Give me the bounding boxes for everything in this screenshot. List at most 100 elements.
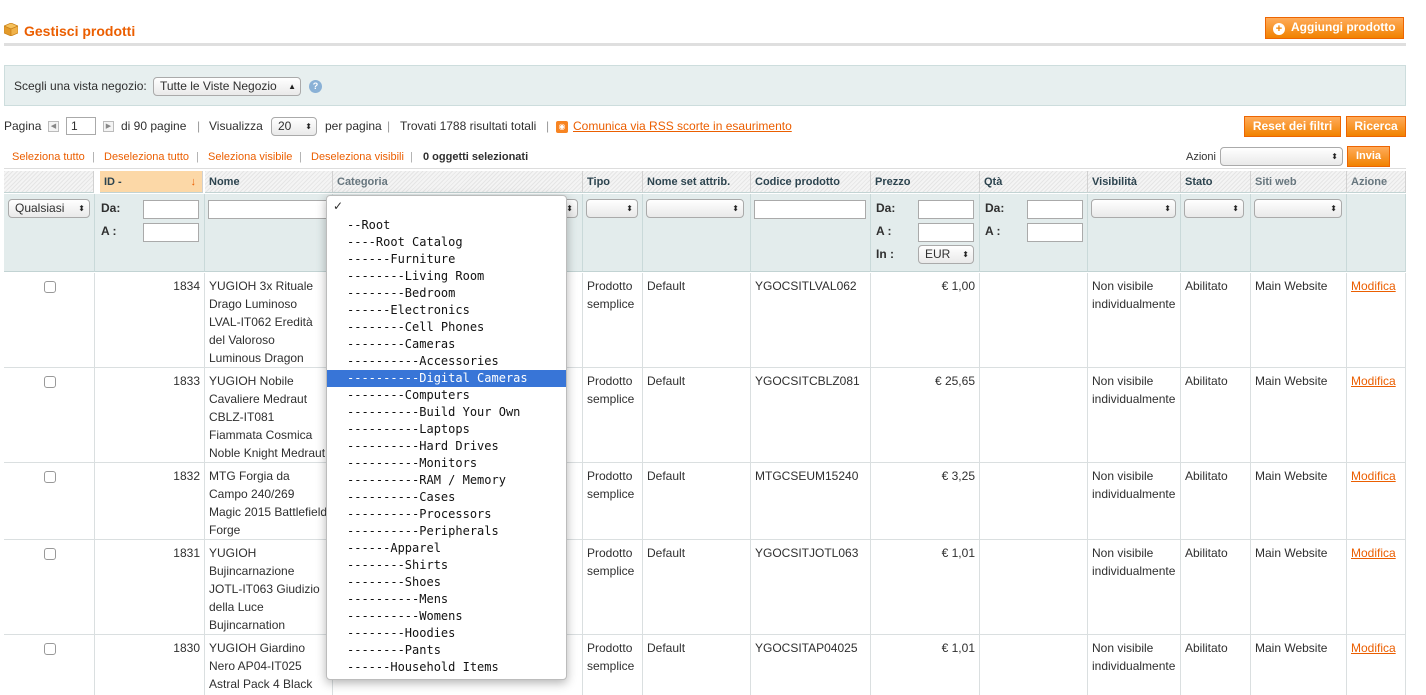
search-button[interactable]: Ricerca — [1346, 116, 1406, 137]
deselect-visible-link[interactable]: Deseleziona visibili — [311, 145, 404, 169]
category-option[interactable]: ----------Monitors — [327, 455, 566, 472]
filter-type-select[interactable]: ⬍ — [586, 199, 638, 218]
category-option[interactable]: --------Pants — [327, 642, 566, 659]
category-dropdown[interactable]: ✓ --Root ----Root Catalog ------Furniture -… — [326, 195, 567, 680]
rss-link[interactable]: Comunica via RSS scorte in esaurimento — [573, 116, 792, 136]
col-id-header[interactable]: ID - ↓ — [100, 171, 203, 193]
category-option[interactable]: ----------RAM / Memory — [327, 472, 566, 489]
row-checkbox[interactable] — [44, 471, 56, 483]
filter-attribute-set-select[interactable]: ⬍ — [646, 199, 744, 218]
deselect-all-link[interactable]: Deseleziona tutto — [104, 145, 189, 169]
help-icon[interactable]: ? — [309, 80, 322, 93]
filter-price-from-input[interactable] — [918, 200, 974, 219]
table-row: 1832 MTG Forgia da Campo 240/269 Magic 2… — [4, 463, 1406, 540]
page-input[interactable]: 1 — [66, 117, 96, 135]
category-option[interactable]: --------Living Room — [327, 268, 566, 285]
table-row: 1831 YUGIOH Bujincarnazione JOTL-IT063 G… — [4, 540, 1406, 635]
category-option[interactable]: --------Cameras — [327, 336, 566, 353]
category-option[interactable]: ------Apparel — [327, 540, 566, 557]
edit-link[interactable]: Modifica — [1351, 279, 1396, 293]
col-category-header[interactable]: Categoria — [333, 171, 583, 193]
edit-link[interactable]: Modifica — [1351, 469, 1396, 483]
row-checkbox[interactable] — [44, 643, 56, 655]
col-price-header[interactable]: Prezzo — [871, 171, 980, 193]
category-option[interactable]: --------Bedroom — [327, 285, 566, 302]
category-option[interactable]: --------Hoodies — [327, 625, 566, 642]
filter-any-select[interactable]: Qualsiasi ⬍ — [8, 199, 90, 218]
filter-id-to-label: A : — [101, 224, 117, 238]
actions-select[interactable]: ⬍ — [1220, 147, 1343, 166]
col-sku-header[interactable]: Codice prodotto — [751, 171, 871, 193]
filter-name-input[interactable] — [208, 200, 333, 219]
store-view-select[interactable]: Tutte le Viste Negozio ▲ — [153, 77, 301, 96]
reset-filters-button[interactable]: Reset dei filtri — [1244, 116, 1341, 137]
filter-websites-select[interactable]: ⬍ — [1254, 199, 1342, 218]
cell-website: Main Website — [1251, 463, 1347, 539]
category-option[interactable]: ----------Hard Drives — [327, 438, 566, 455]
col-visibility-header[interactable]: Visibilità — [1088, 171, 1181, 193]
filter-visibility: ⬍ — [1088, 194, 1181, 272]
category-option[interactable]: ----------Accessories — [327, 353, 566, 370]
rss-icon: ◉ — [556, 121, 568, 133]
row-checkbox[interactable] — [44, 376, 56, 388]
category-option[interactable]: ------Furniture — [327, 251, 566, 268]
filter-status-select[interactable]: ⬍ — [1184, 199, 1244, 218]
filter-price-to-input[interactable] — [918, 223, 974, 242]
cell-price: € 3,25 — [871, 463, 980, 539]
edit-link[interactable]: Modifica — [1351, 546, 1396, 560]
cell-website: Main Website — [1251, 368, 1347, 462]
cell-id: 1834 — [95, 273, 205, 367]
col-name-header[interactable]: Nome — [205, 171, 333, 193]
select-arrows-icon: ⬍ — [566, 204, 573, 213]
filter-type: ⬍ — [583, 194, 643, 272]
filter-id-from-input[interactable] — [143, 200, 199, 219]
next-page-icon[interactable]: ▶ — [103, 121, 114, 132]
row-checkbox[interactable] — [44, 281, 56, 293]
category-option[interactable]: ----------Cases — [327, 489, 566, 506]
category-option[interactable]: --------Cell Phones — [327, 319, 566, 336]
prev-page-icon[interactable]: ◀ — [48, 121, 59, 132]
submit-button[interactable]: Invia — [1347, 146, 1390, 167]
category-option[interactable]: ----------Womens — [327, 608, 566, 625]
category-option[interactable]: ----------Build Your Own — [327, 404, 566, 421]
cell-visibility: Non visibile individualmente — [1088, 463, 1181, 539]
cell-name: MTG Forgia da Campo 240/269 Magic 2015 B… — [205, 463, 333, 539]
cell-visibility: Non visibile individualmente — [1088, 273, 1181, 367]
category-option[interactable]: ----------Laptops — [327, 421, 566, 438]
filter-id-to-input[interactable] — [143, 223, 199, 242]
select-visible-link[interactable]: Seleziona visibile — [208, 145, 292, 169]
col-attribute-set-header[interactable]: Nome set attrib. — [643, 171, 751, 193]
filter-qty-from-label: Da: — [985, 201, 1005, 215]
col-websites-header[interactable]: Siti web — [1251, 171, 1347, 193]
category-option[interactable]: ------Household Items — [327, 659, 566, 676]
category-option[interactable]: ----Root Catalog — [327, 234, 566, 251]
category-option[interactable]: ----------Digital Cameras — [327, 370, 566, 387]
category-option[interactable]: ------Electronics — [327, 302, 566, 319]
category-option[interactable]: --Root — [327, 217, 566, 234]
category-option[interactable]: ----------Processors — [327, 506, 566, 523]
filter-qty-from-input[interactable] — [1027, 200, 1083, 219]
filter-currency-select[interactable]: EUR ⬍ — [918, 245, 974, 264]
col-status-header[interactable]: Stato — [1181, 171, 1251, 193]
filter-visibility-select[interactable]: ⬍ — [1091, 199, 1176, 218]
col-qty-header[interactable]: Qtà — [980, 171, 1088, 193]
row-checkbox[interactable] — [44, 548, 56, 560]
cell-sku: YGOCSITJOTL063 — [751, 540, 871, 634]
category-option[interactable]: --------Shoes — [327, 574, 566, 591]
cell-id: 1830 — [95, 635, 205, 695]
category-option[interactable]: ----------Peripherals — [327, 523, 566, 540]
edit-link[interactable]: Modifica — [1351, 374, 1396, 388]
category-option[interactable]: --------Computers — [327, 387, 566, 404]
select-arrows-icon: ⬍ — [1164, 204, 1171, 213]
edit-link[interactable]: Modifica — [1351, 641, 1396, 655]
per-page-select[interactable]: 20 ⬍ — [271, 117, 317, 136]
filter-qty-to-input[interactable] — [1027, 223, 1083, 242]
filter-sku-input[interactable] — [754, 200, 866, 219]
col-type-header[interactable]: Tipo — [583, 171, 643, 193]
select-all-link[interactable]: Seleziona tutto — [12, 145, 85, 169]
add-product-button[interactable]: + Aggiungi prodotto — [1265, 17, 1404, 39]
category-option[interactable]: ----------Mens — [327, 591, 566, 608]
per-page-value: 20 — [278, 119, 292, 133]
category-option[interactable]: --------Shirts — [327, 557, 566, 574]
filter-id-from-label: Da: — [101, 201, 121, 215]
